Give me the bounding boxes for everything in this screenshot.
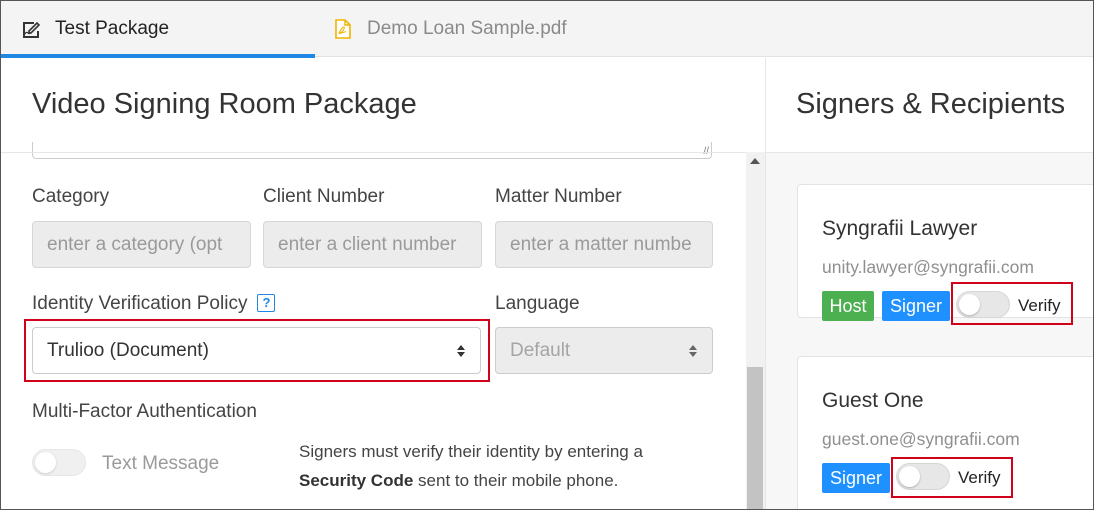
mfa-desc-post: sent to their mobile phone. [413,471,619,490]
identity-policy-label: Identity Verification Policy? [32,293,276,315]
help-icon[interactable]: ? [257,293,276,312]
page-title: Video Signing Room Package [32,88,417,120]
mfa-desc-pre: Signers must verify their identity by en… [299,442,643,461]
text-message-label: Text Message [102,453,220,474]
mfa-desc-bold: Security Code [299,471,414,490]
matter-number-label: Matter Number [495,186,622,207]
identity-policy-value: Trulioo (Document) [47,339,209,361]
language-select[interactable]: Default [495,327,713,374]
signers-panel: Signers & Recipients Syngrafii Lawyer un… [765,58,1093,509]
tab-bar: Test Package Demo Loan Sample.pdf [1,1,1093,58]
category-label: Category [32,186,110,207]
signer-badge: Signer [822,463,890,493]
identity-policy-label-text: Identity Verification Policy [32,293,248,314]
mfa-description: Signers must verify their identity by en… [299,437,719,495]
identity-policy-select[interactable]: Trulioo (Document) [32,327,481,374]
host-badge: Host [822,291,874,321]
client-number-label: Client Number [263,186,385,207]
tab-demo-loan-pdf[interactable]: Demo Loan Sample.pdf [331,1,567,57]
signer-name: Syngrafii Lawyer [822,217,978,240]
verify-toggle[interactable] [956,291,1010,318]
toggle-knob [35,452,56,473]
signature-edit-icon [19,17,43,41]
signers-header: Signers & Recipients [766,58,1093,153]
toggle-knob [959,294,980,315]
toggle-knob [899,466,920,487]
language-label: Language [495,293,580,314]
tab-label: Demo Loan Sample.pdf [367,18,567,39]
scrollbar[interactable] [746,152,765,509]
description-textarea[interactable]: // [32,142,712,159]
sort-arrows-icon [457,345,465,357]
signer-card[interactable]: Guest One guest.one@syngrafii.com Signer… [797,356,1093,509]
app-window: Test Package Demo Loan Sample.pdf Video … [0,0,1094,510]
sort-arrows-icon [689,345,697,357]
pdf-file-icon [331,17,355,41]
verify-label: Verify [958,468,1001,487]
matter-number-input[interactable]: enter a matter numbe [495,221,713,268]
signer-card[interactable]: Syngrafii Lawyer unity.lawyer@syngrafii.… [797,184,1093,325]
tab-label: Test Package [55,18,170,39]
signer-email: unity.lawyer@syngrafii.com [822,257,1034,277]
text-message-toggle[interactable] [32,449,86,476]
signer-email: guest.one@syngrafii.com [822,429,1020,449]
category-input[interactable]: enter a category (opt [32,221,251,268]
language-value: Default [510,339,571,361]
tab-test-package[interactable]: Test Package [1,1,315,58]
divider [1,152,765,153]
scroll-thumb[interactable] [747,367,763,509]
scroll-up-arrow-icon[interactable] [750,158,760,164]
client-number-input[interactable]: enter a client number [263,221,482,268]
mfa-label: Multi-Factor Authentication [32,401,257,422]
verify-label: Verify [1018,296,1061,315]
package-panel: Video Signing Room Package // Category C… [1,58,765,509]
signers-title: Signers & Recipients [796,88,1066,120]
verify-toggle[interactable] [896,463,950,490]
signer-badge: Signer [882,291,950,321]
signer-name: Guest One [822,389,924,412]
